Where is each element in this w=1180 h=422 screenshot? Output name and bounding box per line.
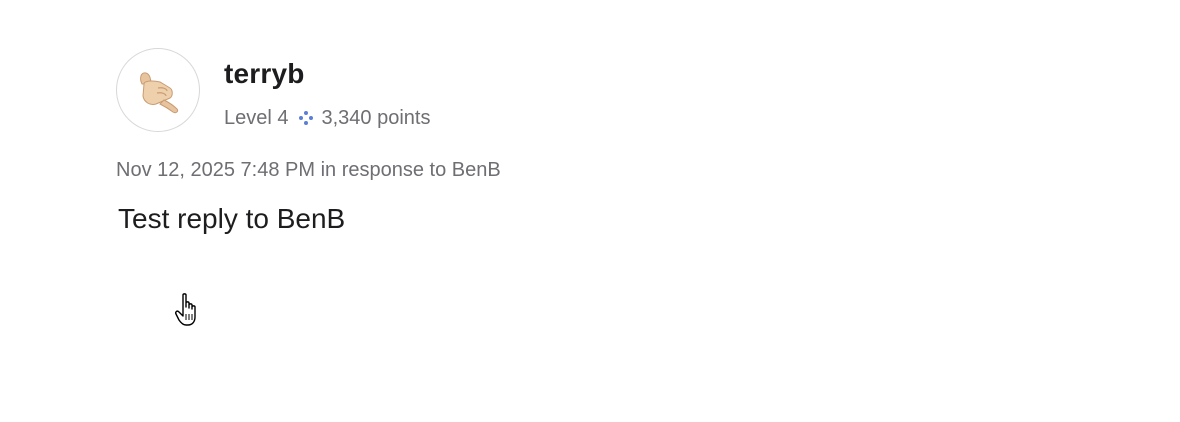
author-meta: Level 4 3,340 points bbox=[224, 106, 430, 130]
response-prefix: in response to bbox=[320, 159, 447, 181]
post-body: Test reply to BenB bbox=[118, 203, 346, 234]
call-me-hand-icon bbox=[140, 72, 179, 114]
avatar[interactable] bbox=[116, 48, 200, 132]
level-sparkle-icon bbox=[298, 110, 314, 126]
hand-pointer-cursor-icon bbox=[175, 293, 196, 326]
reply-post: terryb Level 4 3,340 points Nov 12, 2025… bbox=[116, 48, 816, 236]
response-to-link[interactable]: BenB bbox=[452, 159, 501, 181]
author-level: Level 4 bbox=[224, 107, 289, 129]
author-info: terryb Level 4 3,340 points bbox=[224, 48, 430, 130]
page: terryb Level 4 3,340 points Nov 12, 2025… bbox=[0, 0, 1180, 422]
author-row: terryb Level 4 3,340 points bbox=[116, 48, 816, 132]
author-name[interactable]: terryb bbox=[224, 57, 430, 91]
author-points: 3,340 points bbox=[321, 107, 431, 129]
post-timestamp: Nov 12, 2025 7:48 PM bbox=[116, 159, 316, 181]
post-meta: Nov 12, 2025 7:48 PM in response to BenB bbox=[116, 158, 816, 182]
